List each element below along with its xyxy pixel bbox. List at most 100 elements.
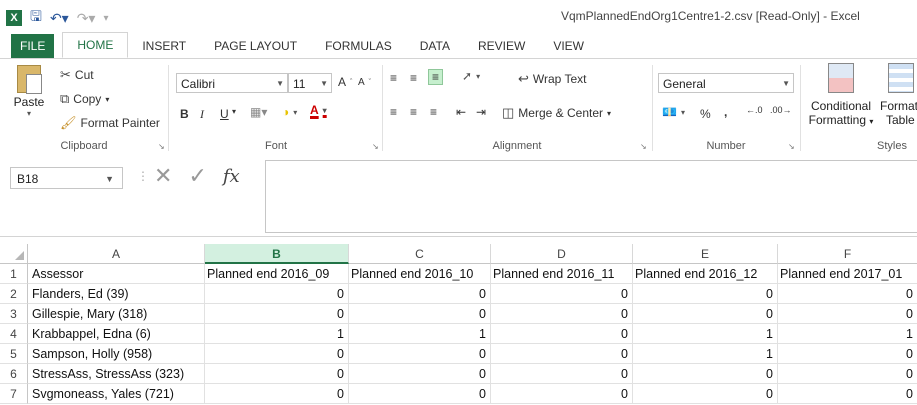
align-right-icon[interactable]: ≡ — [430, 105, 437, 119]
value-cell[interactable]: 0 — [205, 304, 349, 324]
header-cell[interactable]: Planned end 2016_11 — [491, 264, 633, 284]
tab-home[interactable]: HOME — [62, 32, 129, 58]
align-top-icon[interactable]: ≡ — [390, 71, 397, 85]
tab-file[interactable]: FILE — [11, 34, 55, 58]
header-cell[interactable]: Planned end 2017_01 — [778, 264, 917, 284]
cancel-icon[interactable]: ✕ — [154, 163, 172, 189]
fill-color-icon[interactable]: ◑ ▾ — [282, 105, 297, 119]
column-header-a[interactable]: A — [28, 244, 205, 264]
assessor-cell[interactable]: Gillespie, Mary (318) — [28, 304, 205, 324]
underline-button[interactable]: U — [220, 107, 229, 121]
alignment-launcher-icon[interactable]: ↘ — [640, 142, 647, 151]
assessor-cell[interactable]: Flanders, Ed (39) — [28, 284, 205, 304]
font-color-icon[interactable]: A ▾ — [310, 103, 327, 117]
name-box[interactable]: B18 ▼ — [10, 167, 123, 189]
assessor-cell[interactable]: StressAss, StressAss (323) — [28, 364, 205, 384]
value-cell[interactable]: 0 — [491, 364, 633, 384]
row-header[interactable]: 4 — [0, 324, 28, 344]
formula-input[interactable] — [265, 160, 917, 233]
borders-icon[interactable]: ▦▾ — [250, 105, 267, 119]
value-cell[interactable]: 0 — [491, 344, 633, 364]
redo-icon[interactable]: ↷▾ — [77, 10, 96, 27]
value-cell[interactable]: 1 — [349, 324, 491, 344]
tab-page-layout[interactable]: PAGE LAYOUT — [200, 34, 311, 58]
value-cell[interactable]: 0 — [633, 364, 778, 384]
value-cell[interactable]: 0 — [205, 344, 349, 364]
align-bottom-icon[interactable]: ≡ — [428, 69, 444, 85]
tab-formulas[interactable]: FORMULAS — [311, 34, 406, 58]
value-cell[interactable]: 1 — [205, 324, 349, 344]
column-header-b[interactable]: B — [205, 244, 349, 264]
value-cell[interactable]: 0 — [633, 384, 778, 404]
align-center-icon[interactable]: ≡ — [410, 105, 417, 119]
header-cell[interactable]: Assessor — [28, 264, 205, 284]
copy-button[interactable]: ⧉ Copy ▾ — [60, 91, 109, 107]
value-cell[interactable]: 0 — [205, 384, 349, 404]
font-launcher-icon[interactable]: ↘ — [372, 142, 379, 151]
font-name-select[interactable]: Calibri ▼ — [176, 73, 288, 93]
row-header[interactable]: 6 — [0, 364, 28, 384]
row-header[interactable]: 2 — [0, 284, 28, 304]
value-cell[interactable]: 0 — [633, 284, 778, 304]
save-icon[interactable]: 🖫 — [30, 6, 42, 30]
column-header-e[interactable]: E — [633, 244, 778, 264]
underline-dropdown-icon[interactable]: ▾ — [232, 107, 236, 116]
header-cell[interactable]: Planned end 2016_12 — [633, 264, 778, 284]
value-cell[interactable]: 0 — [205, 364, 349, 384]
value-cell[interactable]: 0 — [778, 384, 917, 404]
tab-review[interactable]: REVIEW — [464, 34, 539, 58]
value-cell[interactable]: 0 — [205, 284, 349, 304]
value-cell[interactable]: 0 — [349, 384, 491, 404]
comma-button[interactable]: , — [724, 105, 727, 119]
tab-insert[interactable]: INSERT — [128, 34, 200, 58]
undo-icon[interactable]: ↶▾ — [50, 10, 69, 27]
align-middle-icon[interactable]: ≡ — [410, 71, 417, 85]
value-cell[interactable]: 0 — [349, 284, 491, 304]
decrease-indent-icon[interactable]: ⇤ — [456, 105, 466, 119]
percent-button[interactable]: % — [700, 107, 711, 121]
decrease-font-icon[interactable]: Aˇ — [358, 77, 371, 88]
row-header[interactable]: 1 — [0, 264, 28, 284]
value-cell[interactable]: 0 — [349, 364, 491, 384]
decrease-decimal-icon[interactable]: .00→ — [770, 105, 792, 115]
format-painter-button[interactable]: 🖌 Format Painter — [60, 115, 160, 131]
wrap-text-button[interactable]: ↩ Wrap Text — [518, 71, 586, 87]
value-cell[interactable]: 1 — [633, 344, 778, 364]
tab-view[interactable]: VIEW — [539, 34, 598, 58]
value-cell[interactable]: 0 — [491, 324, 633, 344]
header-cell[interactable]: Planned end 2016_09 — [205, 264, 349, 284]
format-as-table-button[interactable]: Format Table — [880, 63, 917, 127]
increase-font-icon[interactable]: Aˆ — [338, 75, 352, 89]
select-all-corner[interactable] — [0, 244, 28, 264]
row-header[interactable]: 3 — [0, 304, 28, 324]
number-format-select[interactable]: General ▼ — [658, 73, 794, 93]
value-cell[interactable]: 0 — [491, 304, 633, 324]
customize-icon[interactable]: ▾ — [103, 13, 108, 24]
value-cell[interactable]: 0 — [349, 344, 491, 364]
orientation-icon[interactable]: ➚ ▾ — [462, 69, 480, 83]
row-header[interactable]: 7 — [0, 384, 28, 404]
value-cell[interactable]: 1 — [633, 324, 778, 344]
increase-decimal-icon[interactable]: ←.0 — [746, 105, 763, 115]
assessor-cell[interactable]: Svgmoneass, Yales (721) — [28, 384, 205, 404]
increase-indent-icon[interactable]: ⇥ — [476, 105, 486, 119]
value-cell[interactable]: 0 — [778, 284, 917, 304]
column-header-c[interactable]: C — [349, 244, 491, 264]
value-cell[interactable]: 0 — [491, 384, 633, 404]
tab-data[interactable]: DATA — [406, 34, 464, 58]
assessor-cell[interactable]: Krabbappel, Edna (6) — [28, 324, 205, 344]
header-cell[interactable]: Planned end 2016_10 — [349, 264, 491, 284]
conditional-formatting-button[interactable]: Conditional Formatting ▾ — [806, 63, 876, 127]
value-cell[interactable]: 1 — [778, 324, 917, 344]
accounting-format-icon[interactable]: 💶 ▾ — [662, 105, 685, 119]
value-cell[interactable]: 0 — [349, 304, 491, 324]
number-launcher-icon[interactable]: ↘ — [788, 142, 795, 151]
paste-button[interactable]: Paste ▾ — [10, 65, 48, 118]
clipboard-launcher-icon[interactable]: ↘ — [158, 142, 165, 151]
merge-center-button[interactable]: ◫ Merge & Center ▾ — [502, 105, 611, 121]
value-cell[interactable]: 0 — [633, 304, 778, 324]
italic-button[interactable]: I — [200, 107, 204, 122]
align-left-icon[interactable]: ≡ — [390, 105, 397, 119]
font-size-select[interactable]: 11 ▼ — [288, 73, 332, 93]
column-header-f[interactable]: F — [778, 244, 917, 264]
